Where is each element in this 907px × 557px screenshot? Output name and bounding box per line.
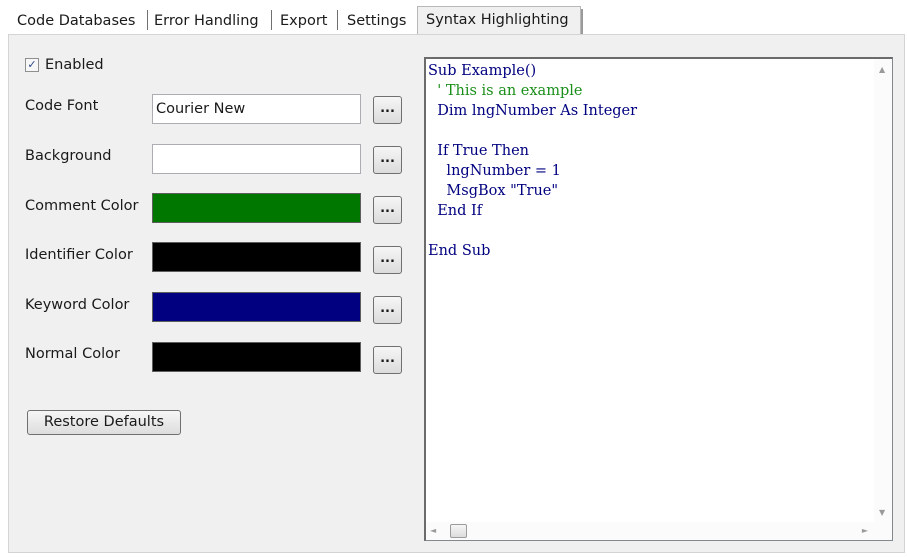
comment-color-swatch[interactable] — [152, 193, 361, 223]
enabled-label: Enabled — [45, 57, 104, 73]
restore-defaults-button[interactable]: Restore Defaults — [27, 410, 181, 435]
background-browse-button[interactable]: ... — [373, 146, 402, 174]
normal-color-swatch[interactable] — [152, 342, 361, 372]
code-font-field[interactable]: Courier New — [152, 94, 361, 124]
tab-syntax-highlighting[interactable]: Syntax Highlighting — [417, 6, 583, 35]
tab-separator — [337, 10, 338, 30]
code-line: End Sub — [428, 243, 491, 259]
normal-color-button[interactable]: ... — [373, 346, 402, 374]
code-font-label: Code Font — [25, 98, 99, 114]
comment-color-button[interactable]: ... — [373, 196, 402, 224]
tab-settings[interactable]: Settings — [347, 10, 406, 32]
vertical-scrollbar[interactable]: ▲ ▼ — [874, 59, 892, 522]
code-line: lngNumber = 1 — [428, 163, 561, 179]
identifier-color-swatch[interactable] — [152, 242, 361, 272]
comment-color-label: Comment Color — [25, 198, 139, 214]
tab-label: Export — [280, 13, 328, 29]
code-font-browse-button[interactable]: ... — [373, 96, 402, 124]
identifier-color-button[interactable]: ... — [373, 246, 402, 274]
tab-code-databases[interactable]: Code Databases — [17, 10, 135, 32]
scroll-down-icon[interactable]: ▼ — [879, 508, 885, 518]
tab-label: Settings — [347, 13, 407, 29]
tab-label: Code Databases — [17, 13, 136, 29]
scroll-left-icon[interactable]: ◄ — [430, 526, 436, 536]
code-font-value: Courier New — [156, 101, 246, 117]
horizontal-scroll-thumb[interactable] — [450, 524, 467, 538]
scroll-up-icon[interactable]: ▲ — [879, 65, 885, 75]
keyword-color-button[interactable]: ... — [373, 296, 402, 324]
tab-label: Error Handling — [154, 13, 259, 29]
tab-label: Syntax Highlighting — [426, 12, 569, 28]
code-line: Dim lngNumber As Integer — [428, 103, 638, 119]
identifier-color-label: Identifier Color — [25, 247, 133, 263]
tab-export[interactable]: Export — [280, 10, 327, 32]
code-line: If True Then — [428, 143, 529, 159]
code-line: Sub Example() — [428, 63, 537, 79]
scroll-right-icon[interactable]: ► — [862, 526, 868, 536]
scrollbar-corner — [874, 522, 892, 540]
tab-separator — [271, 10, 272, 30]
background-field[interactable] — [152, 144, 361, 174]
normal-color-label: Normal Color — [25, 346, 120, 362]
code-preview[interactable]: Sub Example() ' This is an example Dim l… — [424, 57, 893, 541]
keyword-color-swatch[interactable] — [152, 292, 361, 322]
enabled-checkbox[interactable]: ✓ Enabled — [25, 54, 104, 76]
checkbox-box[interactable]: ✓ — [25, 58, 39, 72]
background-label: Background — [25, 148, 112, 164]
code-line: End If — [428, 203, 483, 219]
code-preview-text: Sub Example() ' This is an example Dim l… — [428, 61, 872, 520]
tab-strip: Code Databases Error Handling Export Set… — [0, 0, 907, 36]
checkmark-icon: ✓ — [27, 58, 37, 71]
code-line: MsgBox "True" — [428, 183, 559, 199]
keyword-color-label: Keyword Color — [25, 297, 130, 313]
tab-error-handling[interactable]: Error Handling — [154, 10, 259, 32]
tab-separator — [147, 10, 148, 30]
tab-shadow — [581, 9, 583, 35]
code-line: ' This is an example — [428, 83, 583, 99]
horizontal-scrollbar[interactable]: ◄ ► — [426, 522, 874, 540]
